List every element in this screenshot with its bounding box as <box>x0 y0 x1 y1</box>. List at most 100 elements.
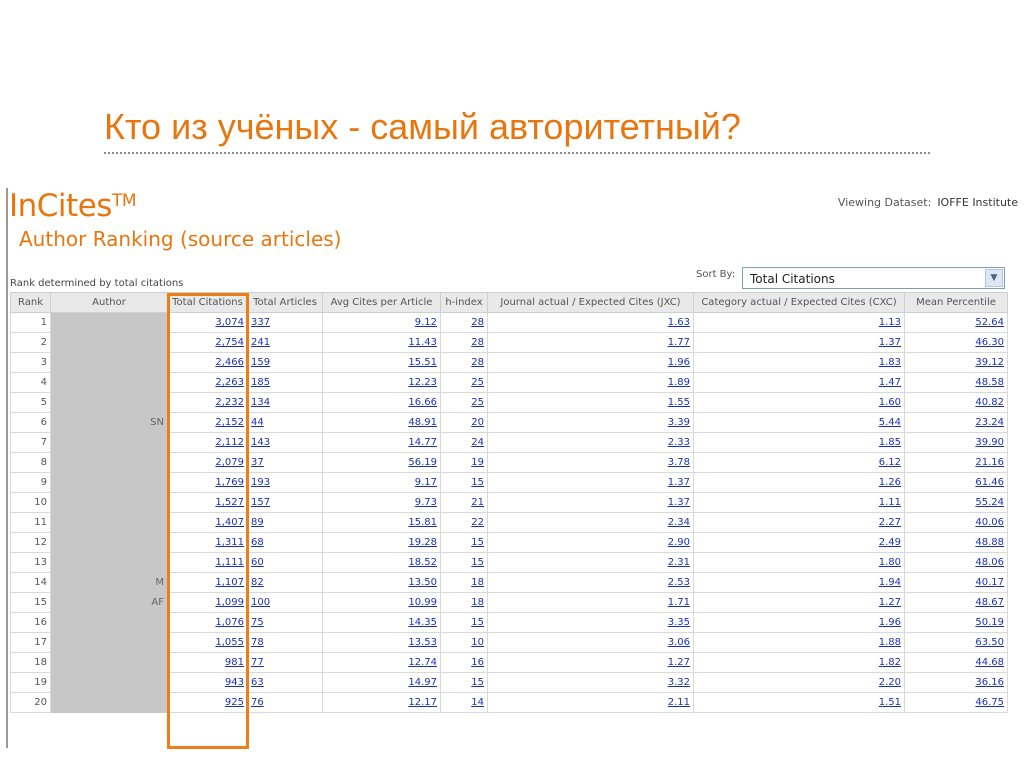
mean-percentile-link[interactable]: 48.88 <box>975 537 1004 548</box>
cxc-link[interactable]: 1.11 <box>879 497 901 508</box>
mean-percentile-link[interactable]: 44.68 <box>975 657 1004 668</box>
total-citations-link[interactable]: 1,076 <box>215 617 244 628</box>
avg-cites-link[interactable]: 14.35 <box>408 617 437 628</box>
mean-percentile-link[interactable]: 40.17 <box>975 577 1004 588</box>
total-citations-link[interactable]: 1,311 <box>215 537 244 548</box>
avg-cites-link[interactable]: 18.52 <box>408 557 437 568</box>
cxc-link[interactable]: 2.27 <box>879 517 901 528</box>
total-citations-link[interactable]: 2,152 <box>215 417 244 428</box>
column-header-total-citations[interactable]: Total Citations <box>167 292 248 313</box>
total-citations-link[interactable]: 1,107 <box>215 577 244 588</box>
avg-cites-link[interactable]: 13.53 <box>408 637 437 648</box>
jxc-link[interactable]: 1.96 <box>668 357 690 368</box>
h-index-link[interactable]: 15 <box>471 477 484 488</box>
column-header-rank[interactable]: Rank <box>10 292 51 313</box>
jxc-link[interactable]: 1.37 <box>668 497 690 508</box>
total-citations-link[interactable]: 3,074 <box>215 317 244 328</box>
h-index-link[interactable]: 19 <box>471 457 484 468</box>
avg-cites-link[interactable]: 16.66 <box>408 397 437 408</box>
avg-cites-link[interactable]: 15.81 <box>408 517 437 528</box>
avg-cites-link[interactable]: 56.19 <box>408 457 437 468</box>
mean-percentile-link[interactable]: 40.82 <box>975 397 1004 408</box>
cxc-link[interactable]: 1.26 <box>879 477 901 488</box>
total-citations-link[interactable]: 2,232 <box>215 397 244 408</box>
h-index-link[interactable]: 25 <box>471 377 484 388</box>
jxc-link[interactable]: 1.27 <box>668 657 690 668</box>
h-index-link[interactable]: 28 <box>471 357 484 368</box>
h-index-link[interactable]: 28 <box>471 317 484 328</box>
avg-cites-link[interactable]: 9.17 <box>415 477 437 488</box>
avg-cites-link[interactable]: 14.77 <box>408 437 437 448</box>
total-citations-link[interactable]: 2,754 <box>215 337 244 348</box>
total-articles-link[interactable]: 78 <box>251 637 264 648</box>
jxc-link[interactable]: 1.37 <box>668 477 690 488</box>
total-citations-link[interactable]: 925 <box>225 697 244 708</box>
avg-cites-link[interactable]: 9.73 <box>415 497 437 508</box>
mean-percentile-link[interactable]: 39.12 <box>975 357 1004 368</box>
jxc-link[interactable]: 2.33 <box>668 437 690 448</box>
avg-cites-link[interactable]: 19.28 <box>408 537 437 548</box>
avg-cites-link[interactable]: 13.50 <box>408 577 437 588</box>
mean-percentile-link[interactable]: 50.19 <box>975 617 1004 628</box>
h-index-link[interactable]: 28 <box>471 337 484 348</box>
total-citations-link[interactable]: 943 <box>225 677 244 688</box>
jxc-link[interactable]: 3.35 <box>668 617 690 628</box>
total-articles-link[interactable]: 44 <box>251 417 264 428</box>
total-articles-link[interactable]: 185 <box>251 377 270 388</box>
h-index-link[interactable]: 14 <box>471 697 484 708</box>
mean-percentile-link[interactable]: 52.64 <box>975 317 1004 328</box>
jxc-link[interactable]: 1.71 <box>668 597 690 608</box>
avg-cites-link[interactable]: 12.74 <box>408 657 437 668</box>
total-articles-link[interactable]: 63 <box>251 677 264 688</box>
h-index-link[interactable]: 18 <box>471 597 484 608</box>
jxc-link[interactable]: 2.34 <box>668 517 690 528</box>
cxc-link[interactable]: 2.49 <box>879 537 901 548</box>
total-articles-link[interactable]: 134 <box>251 397 270 408</box>
jxc-link[interactable]: 3.06 <box>668 637 690 648</box>
avg-cites-link[interactable]: 12.23 <box>408 377 437 388</box>
column-header-h-index[interactable]: h-index <box>440 292 488 313</box>
h-index-link[interactable]: 21 <box>471 497 484 508</box>
column-header-avg-cites[interactable]: Avg Cites per Article <box>322 292 441 313</box>
jxc-link[interactable]: 1.63 <box>668 317 690 328</box>
h-index-link[interactable]: 15 <box>471 537 484 548</box>
cxc-link[interactable]: 1.47 <box>879 377 901 388</box>
cxc-link[interactable]: 1.60 <box>879 397 901 408</box>
cxc-link[interactable]: 1.96 <box>879 617 901 628</box>
avg-cites-link[interactable]: 14.97 <box>408 677 437 688</box>
mean-percentile-link[interactable]: 46.30 <box>975 337 1004 348</box>
total-articles-link[interactable]: 100 <box>251 597 270 608</box>
cxc-link[interactable]: 5.44 <box>879 417 901 428</box>
total-citations-link[interactable]: 981 <box>225 657 244 668</box>
avg-cites-link[interactable]: 15.51 <box>408 357 437 368</box>
total-articles-link[interactable]: 77 <box>251 657 264 668</box>
column-header-jxc[interactable]: Journal actual / Expected Cites (JXC) <box>487 292 694 313</box>
mean-percentile-link[interactable]: 48.58 <box>975 377 1004 388</box>
column-header-total-articles[interactable]: Total Articles <box>247 292 323 313</box>
total-citations-link[interactable]: 1,769 <box>215 477 244 488</box>
mean-percentile-link[interactable]: 23.24 <box>975 417 1004 428</box>
total-articles-link[interactable]: 60 <box>251 557 264 568</box>
column-header-mean-percentile[interactable]: Mean Percentile <box>904 292 1008 313</box>
h-index-link[interactable]: 20 <box>471 417 484 428</box>
total-articles-link[interactable]: 193 <box>251 477 270 488</box>
jxc-link[interactable]: 2.31 <box>668 557 690 568</box>
cxc-link[interactable]: 1.94 <box>879 577 901 588</box>
h-index-link[interactable]: 15 <box>471 557 484 568</box>
h-index-link[interactable]: 24 <box>471 437 484 448</box>
mean-percentile-link[interactable]: 48.06 <box>975 557 1004 568</box>
avg-cites-link[interactable]: 11.43 <box>408 337 437 348</box>
total-citations-link[interactable]: 1,407 <box>215 517 244 528</box>
column-header-author[interactable]: Author <box>50 292 168 313</box>
mean-percentile-link[interactable]: 55.24 <box>975 497 1004 508</box>
total-citations-link[interactable]: 2,112 <box>215 437 244 448</box>
total-citations-link[interactable]: 1,055 <box>215 637 244 648</box>
jxc-link[interactable]: 2.53 <box>668 577 690 588</box>
jxc-link[interactable]: 3.78 <box>668 457 690 468</box>
total-citations-link[interactable]: 2,263 <box>215 377 244 388</box>
cxc-link[interactable]: 1.51 <box>879 697 901 708</box>
cxc-link[interactable]: 1.85 <box>879 437 901 448</box>
mean-percentile-link[interactable]: 21.16 <box>975 457 1004 468</box>
chevron-down-icon[interactable]: ▼ <box>985 269 1003 287</box>
cxc-link[interactable]: 1.13 <box>879 317 901 328</box>
